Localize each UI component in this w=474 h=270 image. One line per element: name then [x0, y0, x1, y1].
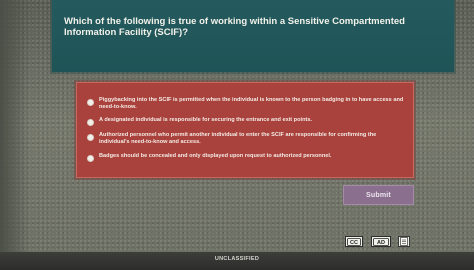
answer-option-4[interactable]: Badges should be concealed and only disp…	[87, 153, 405, 162]
ad-label: AD	[377, 240, 385, 246]
document-icon	[400, 237, 408, 246]
answer-option-3[interactable]: Authorized personnel who permit another …	[87, 132, 405, 147]
answer-option-2[interactable]: A designated individual is responsible f…	[87, 117, 405, 126]
monitor-bezel	[0, 0, 30, 270]
question-text: Which of the following is true of workin…	[64, 16, 405, 38]
answer-option-1[interactable]: Piggybacking into the SCIF is permitted …	[87, 97, 405, 112]
answer-option-label: Piggybacking into the SCIF is permitted …	[99, 97, 404, 111]
classification-label: UNCLASSIFIED	[214, 256, 260, 262]
submit-button[interactable]: Submit	[343, 185, 414, 205]
radio-button-icon[interactable]	[87, 119, 94, 126]
closed-captions-icon: CC	[347, 237, 361, 246]
answer-options-panel: Piggybacking into the SCIF is permitted …	[76, 82, 414, 178]
radio-button-icon[interactable]	[87, 99, 94, 106]
closed-captions-button[interactable]: CC	[345, 236, 363, 247]
answer-option-label: A designated individual is responsible f…	[99, 117, 313, 123]
classification-footer: UNCLASSIFIED	[0, 252, 474, 270]
answer-option-label: Authorized personnel who permit another …	[99, 132, 377, 146]
audio-description-button[interactable]: AD	[371, 236, 391, 247]
radio-button-icon[interactable]	[87, 155, 94, 162]
cc-label: CC	[350, 240, 358, 246]
radio-button-icon[interactable]	[87, 134, 94, 141]
audio-description-icon: AD	[373, 237, 389, 246]
question-panel: Which of the following is true of workin…	[52, 0, 454, 72]
answer-option-label: Badges should be concealed and only disp…	[99, 153, 332, 159]
document-button[interactable]	[398, 236, 410, 247]
